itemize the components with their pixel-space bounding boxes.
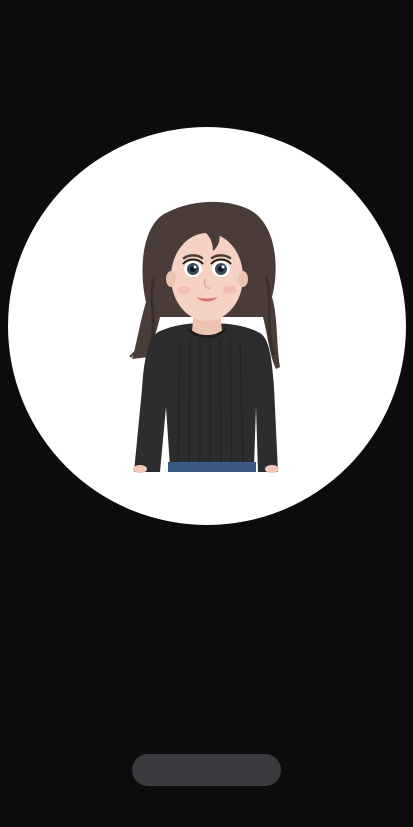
info-text-block (20, 612, 393, 622)
avatar-preview-circle (8, 127, 406, 525)
avatar-figure-icon (129, 201, 280, 473)
next-button[interactable] (132, 754, 281, 786)
avatar-preview-screen (0, 0, 413, 827)
